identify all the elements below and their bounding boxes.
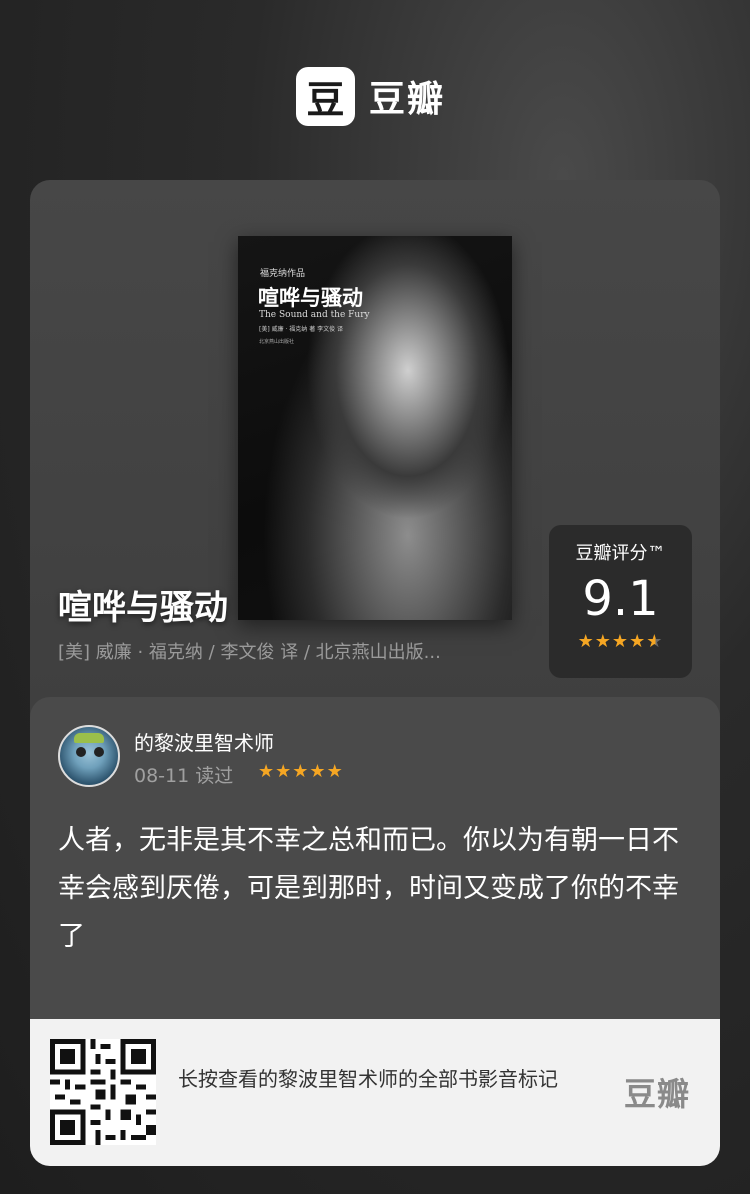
rating-score: 9.1 (582, 571, 659, 627)
cover-english-title: The Sound and the Fury (259, 310, 370, 320)
footer-text: 长按查看的黎波里智术师的全部书影音标记 (178, 1067, 558, 1091)
rating-label: 豆瓣评分™ (575, 543, 666, 564)
cover-publisher: 北京燕山出版社 (259, 339, 295, 345)
star-icon: ★ (594, 631, 612, 652)
cover-title: 喧哗与骚动 (258, 285, 363, 310)
half-star-icon: ★ (646, 631, 664, 652)
review-date-status: 08-11 读过 (134, 765, 234, 787)
share-card: 福克纳作品 喧哗与骚动 The Sound and the Fury [美] 威… (30, 180, 720, 1166)
star-icon: ★ (326, 761, 344, 782)
avatar[interactable] (58, 725, 120, 787)
avatar-eye (76, 747, 86, 757)
share-footer: 长按查看的黎波里智术师的全部书影音标记 豆瓣 (30, 1019, 720, 1166)
star-icon: ★ (275, 761, 293, 782)
avatar-hat (74, 733, 104, 743)
douban-logo-icon: 豆 (296, 66, 355, 126)
review-panel: 的黎波里智术师 08-11 读过 ★★★★★ 人者，无非是其不幸之总和而已。你以… (30, 697, 720, 1019)
star-icon: ★ (309, 761, 327, 782)
book-cover[interactable]: 福克纳作品 喧哗与骚动 The Sound and the Fury [美] 威… (238, 236, 512, 620)
review-stars: ★★★★★ (258, 761, 344, 782)
douban-rating: 豆瓣评分™ 9.1 ★★★★★ (549, 525, 692, 678)
star-icon: ★ (629, 631, 647, 652)
star-icon: ★ (292, 761, 310, 782)
qr-code-icon[interactable] (50, 1039, 156, 1145)
rating-stars: ★★★★★ (549, 631, 692, 652)
star-icon: ★ (258, 761, 276, 782)
star-icon: ★ (577, 631, 595, 652)
cover-author-line: [美] 威廉 · 福克纳 著 李文俊 译 (259, 326, 344, 333)
brand-name: 豆瓣 (369, 79, 446, 120)
star-icon: ★ (611, 631, 630, 652)
douban-brand: 豆 豆瓣 (296, 66, 445, 126)
book-meta: [美] 威廉 · 福克纳 / 李文俊 译 / 北京燕山出版... (58, 642, 441, 663)
cover-series: 福克纳作品 (260, 269, 306, 279)
review-text: 人者，无非是其不幸之总和而已。你以为有朝一日不幸会感到厌倦，可是到那时，时间又变… (58, 825, 679, 952)
book-title: 喧哗与骚动 (58, 588, 228, 628)
avatar-eye (94, 747, 104, 757)
reviewer-name[interactable]: 的黎波里智术师 (134, 727, 274, 756)
footer-douban-logo: 豆瓣 (624, 1075, 691, 1113)
